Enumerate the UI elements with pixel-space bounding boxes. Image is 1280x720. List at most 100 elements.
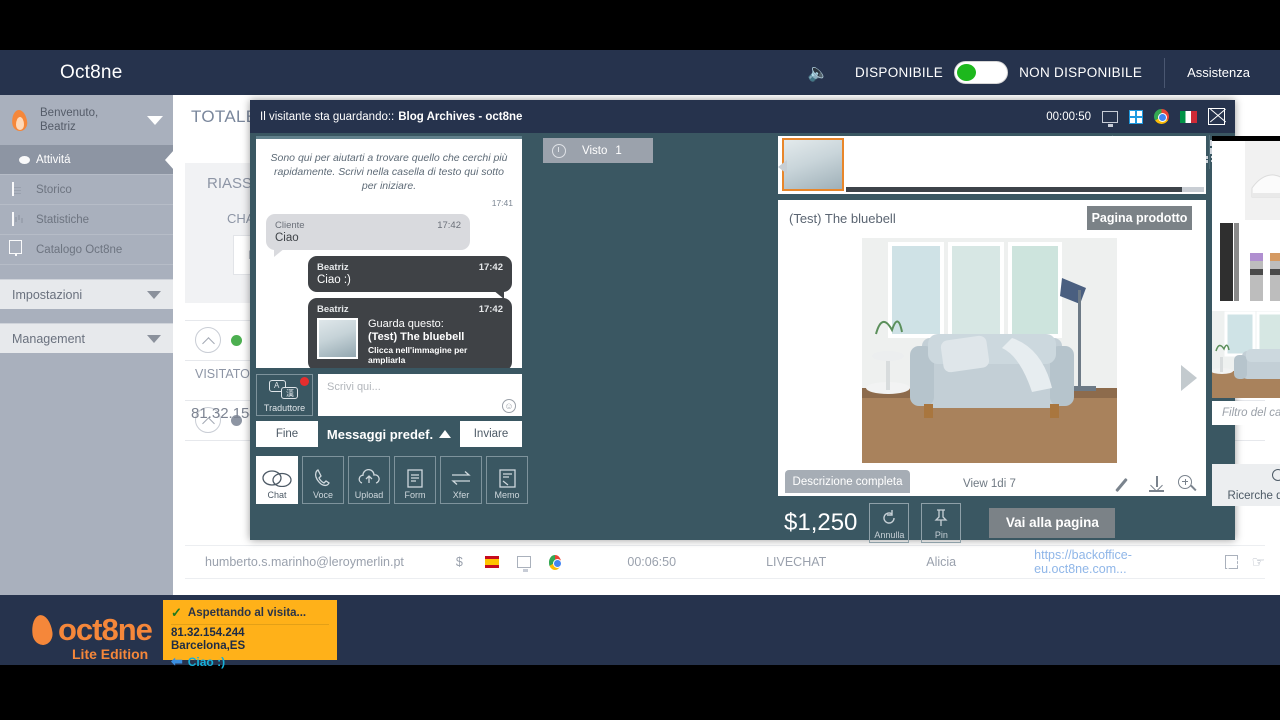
tool-voice-button[interactable]: Voce xyxy=(302,456,344,504)
clock-icon xyxy=(552,143,566,158)
zoom-in-icon[interactable] xyxy=(1178,475,1197,493)
product-price-row: $1,250 Annulla Pin Vai alla pagina xyxy=(778,500,1206,545)
predefined-messages-button[interactable]: Messaggi predef. xyxy=(318,427,460,442)
tool-chat-button[interactable]: Chat xyxy=(256,456,298,504)
sidebar-item-storico[interactable]: Storico xyxy=(0,175,173,205)
expand-row-button[interactable] xyxy=(195,327,221,353)
catalog-item[interactable] xyxy=(1212,136,1280,224)
catalog-column: AIN'T RAZY YET xyxy=(1212,136,1280,534)
product-thumbnail-selected[interactable] xyxy=(782,138,844,191)
notification-divider xyxy=(171,624,329,625)
catalog-grid: AIN'T RAZY YET xyxy=(1212,136,1280,398)
product-preview-text: Guarda questo: (Test) The bluebell Clicc… xyxy=(368,318,503,365)
product-thumbnail[interactable] xyxy=(317,318,358,359)
product-card: (Test) The bluebell Pagina prodotto Desc… xyxy=(778,200,1206,496)
tool-upload-button[interactable]: Upload xyxy=(348,456,390,504)
visto-count: 1 xyxy=(615,144,622,157)
unavailable-label: NON DISPONIBILE xyxy=(1019,65,1143,80)
chat-messages-list[interactable]: Sono qui per aiutarti a trovare quello c… xyxy=(256,136,522,368)
flame-logo-icon xyxy=(30,613,56,647)
statistics-icon xyxy=(12,211,27,227)
bubble-author: Beatriz xyxy=(317,262,349,273)
bubble-header: Beatriz 17:42 xyxy=(317,262,503,273)
catalog-icon xyxy=(12,241,27,257)
product-next-arrow-icon[interactable] xyxy=(1181,365,1197,391)
speaker-icon[interactable]: 🔈 xyxy=(808,63,829,83)
translator-button[interactable]: A 漢 Traduttore xyxy=(256,374,313,416)
tool-memo-button[interactable]: Memo xyxy=(486,456,528,504)
catalog-item[interactable] xyxy=(1212,223,1280,311)
product-search-button[interactable]: Ricerche di prodotto xyxy=(1212,464,1280,506)
product-page-button[interactable]: Pagina prodotto xyxy=(1087,206,1192,230)
available-label: DISPONIBILE xyxy=(855,65,944,80)
taskbar-brand: oct8ne xyxy=(58,612,153,647)
welcome-line-1: Benvenuto, xyxy=(40,107,99,119)
notification-dot xyxy=(300,377,309,386)
sidebar-item-label: Statistiche xyxy=(36,213,90,226)
sidebar-item-statistiche[interactable]: Statistiche xyxy=(0,205,173,235)
assistance-link[interactable]: Assistenza xyxy=(1165,65,1280,80)
chat-column: Sono qui per aiutarti a trovare quello c… xyxy=(256,136,528,534)
pin-button[interactable]: Pin xyxy=(921,502,962,543)
thumbnail-scrollbar[interactable] xyxy=(846,187,1204,192)
app-header: Oct8ne 🔈 DISPONIBILE NON DISPONIBILE Ass… xyxy=(0,50,1280,95)
scrollbar-thumb[interactable] xyxy=(1182,187,1204,192)
download-icon[interactable] xyxy=(1149,476,1164,492)
product-preview-row: Guarda questo: (Test) The bluebell Clicc… xyxy=(317,318,503,365)
goto-page-button[interactable]: Vai alla pagina xyxy=(989,507,1116,538)
status-url[interactable]: https://backoffice-eu.oct8ne.com... xyxy=(1034,548,1193,576)
translator-icon: A 漢 xyxy=(269,380,302,400)
status-currency: $ xyxy=(455,555,463,569)
thumbnail-prev-arrow-icon[interactable] xyxy=(778,160,787,174)
end-chat-button[interactable]: Fine xyxy=(256,421,318,447)
pencil-icon[interactable] xyxy=(1119,476,1135,492)
modal-title-page: Blog Archives - oct8ne xyxy=(398,110,523,123)
monitor-icon xyxy=(1102,110,1118,127)
sidebar-user[interactable]: Benvenuto, Beatriz xyxy=(0,95,173,145)
bubble-header: Beatriz 17:42 xyxy=(317,304,503,315)
chat-action-row: Fine Messaggi predef. Inviare xyxy=(256,421,522,447)
chevron-down-icon[interactable] xyxy=(147,115,163,125)
availability-toggle[interactable] xyxy=(954,61,1009,84)
taskbar-edition: Lite Edition xyxy=(72,646,149,662)
product-name: (Test) The bluebell xyxy=(789,211,896,226)
toggle-knob xyxy=(957,64,977,81)
product-image[interactable] xyxy=(862,238,1117,463)
sidebar-item-attivita[interactable]: Attivitá xyxy=(0,145,174,175)
sidebar-group-management[interactable]: Management xyxy=(0,323,173,353)
sidebar-group-impostazioni[interactable]: Impostazioni xyxy=(0,279,173,309)
send-button[interactable]: Inviare xyxy=(460,421,522,447)
chrome-icon xyxy=(548,554,562,570)
hand-icon[interactable]: ☞ xyxy=(1252,553,1265,571)
chat-bubble-agent: Beatriz 17:42 Ciao :) xyxy=(308,256,512,299)
product-search-label: Ricerche di prodotto xyxy=(1227,489,1280,502)
close-box-icon[interactable] xyxy=(1225,555,1238,569)
tool-xfer-button[interactable]: Xfer xyxy=(440,456,482,504)
sidebar-item-label: Catalogo Oct8ne xyxy=(36,243,123,256)
close-box-icon[interactable] xyxy=(1208,108,1225,125)
sidebar-spacer xyxy=(0,265,173,279)
tool-label: Memo xyxy=(494,490,520,500)
header-right-group: 🔈 DISPONIBILE NON DISPONIBILE Assistenza xyxy=(808,50,1280,95)
visto-button[interactable]: Visto 1 xyxy=(543,138,653,163)
catalog-filter-input[interactable]: Filtro del catalogo xyxy=(1212,407,1280,419)
product-preview-line3: Clicca nell'immagine per ampliarla xyxy=(368,345,468,365)
tool-form-button[interactable]: Form xyxy=(394,456,436,504)
catalog-item[interactable] xyxy=(1212,310,1280,398)
undo-label: Annulla xyxy=(874,529,905,540)
smiley-icon[interactable]: ☺ xyxy=(502,399,516,413)
undo-button[interactable]: Annulla xyxy=(869,502,910,543)
status-email: humberto.s.marinho@leroymerlin.pt xyxy=(205,555,404,569)
sidebar-item-catalogo[interactable]: Catalogo Oct8ne xyxy=(0,235,173,265)
sneaker-image xyxy=(1212,136,1280,223)
visitor-notification[interactable]: ✓ Aspettando al visita... 81.32.154.244 … xyxy=(163,600,337,669)
visto-label: Visto xyxy=(582,144,608,157)
tool-label: Chat xyxy=(267,490,287,500)
catalog-filter-row[interactable]: Filtro del catalogo xyxy=(1212,401,1280,425)
full-description-tab[interactable]: Descrizione completa xyxy=(785,470,910,493)
notification-message: Ciao :) xyxy=(187,654,226,669)
chat-bubble-product[interactable]: Beatriz 17:42 Guarda questo: (Test) The … xyxy=(308,298,512,368)
product-thumbnail-strip[interactable] xyxy=(778,136,1206,196)
view-counter: View 1di 7 xyxy=(963,478,1016,490)
message-input[interactable]: Scrivi qui... ☺ xyxy=(318,374,522,416)
